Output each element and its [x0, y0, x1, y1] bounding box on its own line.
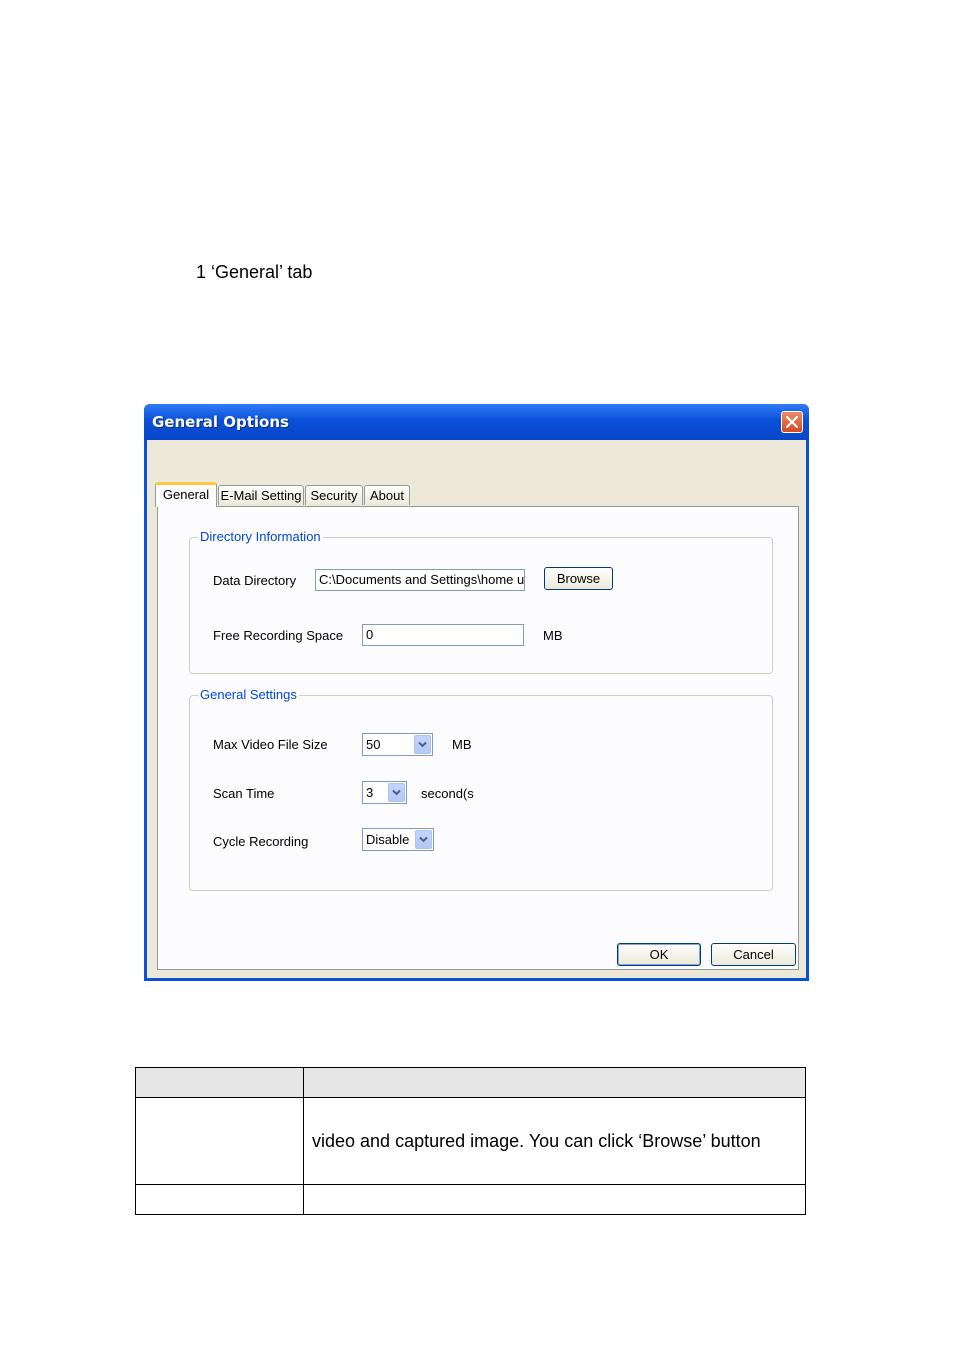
data-directory-label: Data Directory: [213, 573, 297, 588]
title-bar[interactable]: General Options: [144, 404, 809, 440]
table-row: [135, 1184, 806, 1215]
max-video-file-size-label: Max Video File Size: [213, 737, 328, 752]
general-options-dialog: General Options General E-Mail Setting S…: [144, 404, 809, 981]
table-cell: video and captured image. You can click …: [303, 1097, 806, 1185]
data-directory-input[interactable]: C:\Documents and Settings\home u:: [315, 569, 525, 591]
table-row: video and captured image. You can click …: [135, 1097, 806, 1185]
cycle-recording-dropdown-button[interactable]: [415, 830, 432, 849]
cycle-recording-label: Cycle Recording: [213, 834, 309, 849]
general-tab-panel: Directory Information Data Directory C:\…: [157, 506, 799, 970]
tab-email-setting[interactable]: E-Mail Setting: [218, 485, 304, 505]
chevron-down-icon: [392, 789, 401, 796]
max-size-dropdown-button[interactable]: [414, 735, 431, 754]
tab-general[interactable]: General: [155, 482, 217, 507]
dialog-title: General Options: [152, 413, 289, 431]
ok-button[interactable]: OK: [617, 943, 701, 966]
scan-time-unit: second(s): [421, 786, 474, 801]
max-video-file-size-select[interactable]: 50: [362, 733, 433, 756]
tab-about[interactable]: About: [364, 485, 410, 505]
dialog-client-area: General E-Mail Setting Security About Di…: [147, 440, 806, 978]
cycle-recording-value: Disable: [366, 832, 410, 847]
scan-time-dropdown-button[interactable]: [388, 783, 405, 802]
max-size-unit: MB: [452, 737, 472, 752]
chevron-down-icon: [418, 741, 427, 748]
cycle-recording-select[interactable]: Disable: [362, 828, 434, 851]
free-recording-space-label: Free Recording Space: [213, 628, 344, 643]
directory-information-group: Directory Information Data Directory C:\…: [189, 529, 773, 674]
close-icon: [786, 416, 798, 428]
table-cell: [303, 1184, 806, 1215]
scan-time-label: Scan Time: [213, 786, 275, 801]
chevron-down-icon: [419, 836, 428, 843]
table-cell: [135, 1184, 304, 1215]
scan-time-select[interactable]: 3: [362, 781, 407, 804]
scan-time-value: 3: [366, 785, 374, 800]
general-settings-title: General Settings: [198, 687, 299, 702]
tab-security[interactable]: Security: [305, 485, 363, 505]
free-space-unit: MB: [543, 628, 563, 643]
close-button[interactable]: [781, 411, 803, 433]
general-settings-group: General Settings Max Video File Size 50 …: [189, 687, 773, 891]
max-video-file-size-value: 50: [366, 737, 381, 752]
cancel-button[interactable]: Cancel: [711, 943, 796, 966]
table-cell: [303, 1067, 806, 1098]
free-recording-space-input[interactable]: 0: [362, 624, 524, 646]
figure-caption: 1 ‘General’ tab: [196, 262, 313, 282]
table-cell: [135, 1067, 304, 1098]
table-cell: [135, 1097, 304, 1185]
browse-button[interactable]: Browse: [544, 567, 613, 590]
table-header-row: [135, 1067, 806, 1098]
description-table: video and captured image. You can click …: [135, 1067, 806, 1215]
directory-information-title: Directory Information: [198, 529, 323, 544]
